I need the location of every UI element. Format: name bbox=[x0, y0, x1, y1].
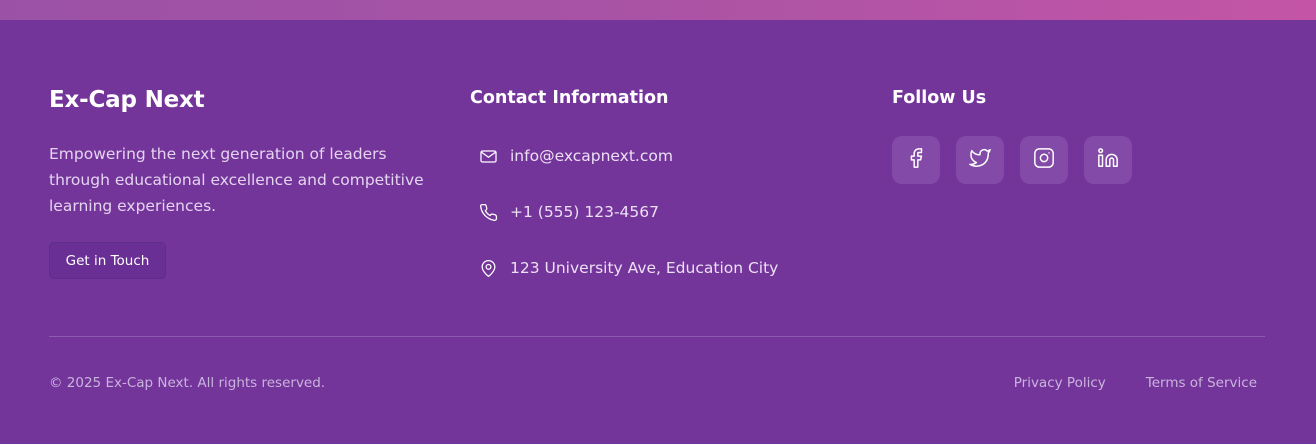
follow-column: Follow Us bbox=[892, 84, 1192, 184]
contact-phone-text: +1 (555) 123-4567 bbox=[510, 203, 660, 221]
contact-column: Contact Information info@excapnext.com +… bbox=[470, 84, 850, 277]
contact-list: info@excapnext.com +1 (555) 123-4567 123… bbox=[478, 142, 778, 310]
get-in-touch-button[interactable]: Get in Touch bbox=[49, 242, 166, 279]
contact-email[interactable]: info@excapnext.com bbox=[478, 142, 778, 170]
gradient-top-bar bbox=[0, 0, 1316, 20]
site-footer: Ex-Cap Next Empowering the next generati… bbox=[0, 0, 1316, 444]
contact-phone[interactable]: +1 (555) 123-4567 bbox=[478, 198, 778, 226]
phone-icon bbox=[478, 202, 498, 222]
copyright-text: © 2025 Ex-Cap Next. All rights reserved. bbox=[49, 375, 326, 391]
instagram-icon bbox=[1033, 147, 1055, 173]
footer-divider bbox=[49, 336, 1265, 337]
twitter-icon bbox=[969, 147, 991, 173]
follow-title: Follow Us bbox=[892, 88, 987, 108]
terms-of-service-link[interactable]: Terms of Service bbox=[1146, 373, 1257, 393]
twitter-link[interactable] bbox=[956, 136, 1004, 184]
brand-column: Ex-Cap Next Empowering the next generati… bbox=[49, 84, 424, 279]
facebook-link[interactable] bbox=[892, 136, 940, 184]
facebook-icon bbox=[905, 147, 927, 173]
contact-address-text: 123 University Ave, Education City bbox=[510, 259, 779, 277]
linkedin-icon bbox=[1097, 147, 1119, 173]
brand-description: Empowering the next generation of leader… bbox=[49, 145, 424, 215]
linkedin-link[interactable] bbox=[1084, 136, 1132, 184]
social-links bbox=[892, 136, 1132, 184]
brand-title: Ex-Cap Next bbox=[49, 87, 205, 113]
instagram-link[interactable] bbox=[1020, 136, 1068, 184]
contact-email-text: info@excapnext.com bbox=[510, 147, 673, 165]
mail-icon bbox=[478, 146, 498, 166]
legal-links: Privacy Policy Terms of Service bbox=[1014, 373, 1257, 393]
contact-address: 123 University Ave, Education City bbox=[478, 254, 778, 282]
map-pin-icon bbox=[478, 258, 498, 278]
contact-title: Contact Information bbox=[470, 88, 669, 108]
privacy-policy-link[interactable]: Privacy Policy bbox=[1014, 373, 1106, 393]
